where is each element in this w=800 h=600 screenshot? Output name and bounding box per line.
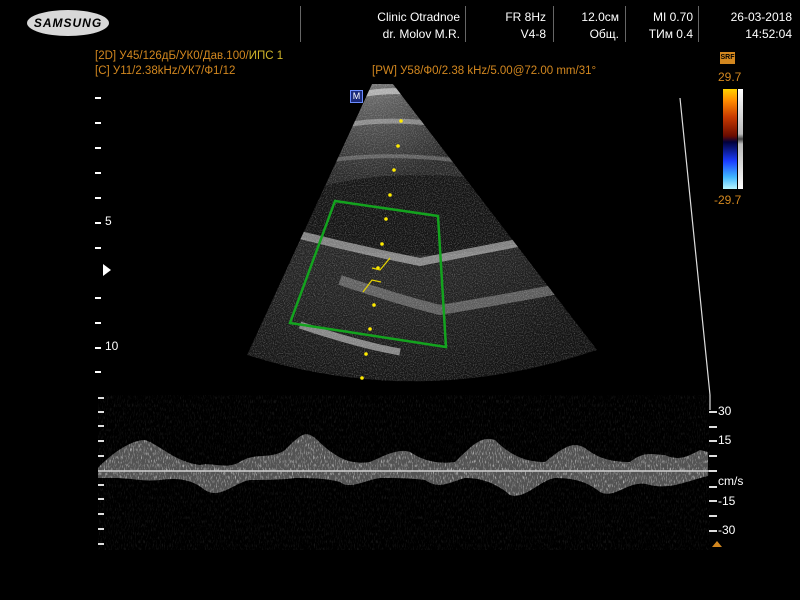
baseline-shift-icon[interactable] [712,541,722,547]
velocity-label-15: 15 [718,433,732,447]
velocity-unit: cm/s [718,474,744,488]
doppler-spectrum [98,395,710,550]
velocity-label-neg30: -30 [718,523,736,537]
velocity-label-30: 30 [718,404,732,418]
velocity-label-neg15: -15 [718,494,736,508]
